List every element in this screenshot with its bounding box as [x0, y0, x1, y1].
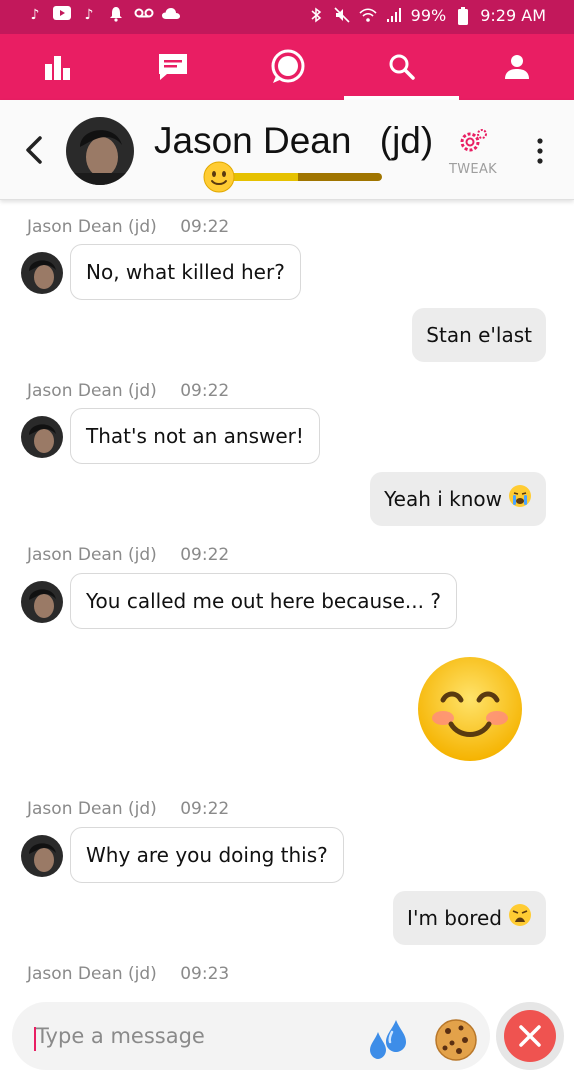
- close-button[interactable]: [496, 1002, 564, 1070]
- top-nav-bar: [0, 34, 574, 100]
- message-time: 09:22: [180, 217, 230, 237]
- message-meta: Jason Dean (jd) 09:23: [27, 964, 229, 984]
- tab-profile[interactable]: [459, 34, 574, 100]
- close-icon: [519, 1025, 541, 1047]
- signal-icon: [385, 7, 403, 25]
- message-meta: Jason Dean (jd) 09:22: [27, 799, 229, 819]
- outgoing-message[interactable]: Stan e'last: [412, 308, 546, 362]
- sender-avatar[interactable]: [21, 581, 63, 623]
- sender-nick: (jd): [128, 545, 157, 565]
- sender-nick: (jd): [128, 217, 157, 237]
- sweat-droplets-button[interactable]: [366, 1018, 414, 1062]
- cookie-button[interactable]: [434, 1018, 478, 1062]
- bubble-icon: [271, 49, 304, 83]
- mute-icon: [333, 6, 351, 25]
- weary-face-icon: [508, 893, 532, 947]
- sender-name: Jason Dean: [27, 964, 123, 984]
- message-text: Yeah i know: [384, 487, 502, 511]
- back-button[interactable]: [20, 130, 50, 170]
- sender-nick: (jd): [128, 964, 157, 984]
- sender-name: Jason Dean: [27, 217, 123, 237]
- contact-name-text: Jason Dean: [154, 120, 352, 161]
- status-bar-system: 99% 9:29 AM: [307, 6, 546, 25]
- contact-avatar[interactable]: [66, 117, 134, 185]
- sender-name: Jason Dean: [27, 799, 123, 819]
- message-time: 09:23: [180, 964, 230, 984]
- smiling-face-icon[interactable]: [415, 654, 525, 764]
- more-vertical-icon: [537, 138, 543, 164]
- message-meta: Jason Dean (jd) 09:22: [27, 545, 229, 565]
- outgoing-message[interactable]: Yeah i know: [370, 472, 546, 526]
- bell-icon: [107, 6, 125, 24]
- crying-face-icon: [508, 474, 532, 528]
- wifi-icon: [359, 7, 377, 25]
- message-meta: Jason Dean (jd) 09:22: [27, 217, 229, 237]
- close-button-face: [504, 1010, 556, 1062]
- outgoing-message[interactable]: I'm bored: [393, 891, 546, 945]
- slightly-smiling-face-icon: [203, 161, 235, 193]
- bluetooth-icon: [307, 7, 325, 25]
- profile-icon: [504, 55, 529, 79]
- search-icon: [389, 54, 415, 80]
- status-bar-notifications: ♪ ♪: [26, 6, 180, 24]
- incoming-message[interactable]: You called me out here because... ?: [70, 573, 457, 629]
- incoming-message[interactable]: That's not an answer!: [70, 408, 320, 464]
- gear-heart-icon: [460, 129, 487, 152]
- tab-stats[interactable]: [0, 34, 115, 100]
- status-time: 9:29 AM: [480, 6, 546, 25]
- message-list[interactable]: Jason Dean (jd) 09:22 No, what killed he…: [0, 201, 574, 996]
- tiktok-icon: ♪: [84, 7, 94, 23]
- chevron-left-icon: [26, 136, 42, 164]
- sender-avatar[interactable]: [21, 835, 63, 877]
- chat-header: Jason Dean (jd) TWEAK: [0, 100, 574, 200]
- sender-nick: (jd): [128, 381, 157, 401]
- message-time: 09:22: [180, 799, 230, 819]
- sender-nick: (jd): [128, 799, 157, 819]
- contact-name: Jason Dean (jd): [154, 120, 433, 162]
- mood-bar: [214, 173, 382, 181]
- contact-nick: (jd): [379, 120, 434, 161]
- sender-name: Jason Dean: [27, 545, 123, 565]
- sender-avatar[interactable]: [21, 416, 63, 458]
- incoming-message[interactable]: No, what killed her?: [70, 244, 301, 300]
- message-text: I'm bored: [407, 906, 502, 930]
- chat-icon: [158, 54, 187, 80]
- sender-avatar[interactable]: [21, 252, 63, 294]
- tweak-label: TWEAK: [449, 162, 497, 177]
- tweak-button[interactable]: TWEAK: [444, 128, 502, 177]
- message-input[interactable]: [36, 1016, 336, 1056]
- message-composer: [0, 996, 574, 1080]
- battery-icon: [454, 6, 472, 25]
- tiktok-icon: ♪: [30, 7, 40, 23]
- sender-name: Jason Dean: [27, 381, 123, 401]
- cloud-icon: [161, 6, 180, 24]
- battery-level: 99%: [410, 6, 447, 25]
- voicemail-icon: [134, 6, 154, 24]
- message-input-container[interactable]: [12, 1002, 490, 1070]
- message-time: 09:22: [180, 545, 230, 565]
- message-time: 09:22: [180, 381, 230, 401]
- tab-chats[interactable]: [115, 34, 230, 100]
- incoming-message[interactable]: Why are you doing this?: [70, 827, 344, 883]
- message-meta: Jason Dean (jd) 09:22: [27, 381, 229, 401]
- tab-search[interactable]: [344, 34, 459, 100]
- cookie-icon: [435, 1019, 477, 1061]
- youtube-icon: [53, 6, 71, 24]
- stats-icon: [44, 56, 70, 80]
- sweat-droplets-icon: [370, 1020, 406, 1059]
- more-options-button[interactable]: [530, 136, 550, 166]
- status-bar: ♪ ♪ 99% 9:29 AM: [0, 0, 574, 34]
- tab-messages[interactable]: [230, 34, 345, 100]
